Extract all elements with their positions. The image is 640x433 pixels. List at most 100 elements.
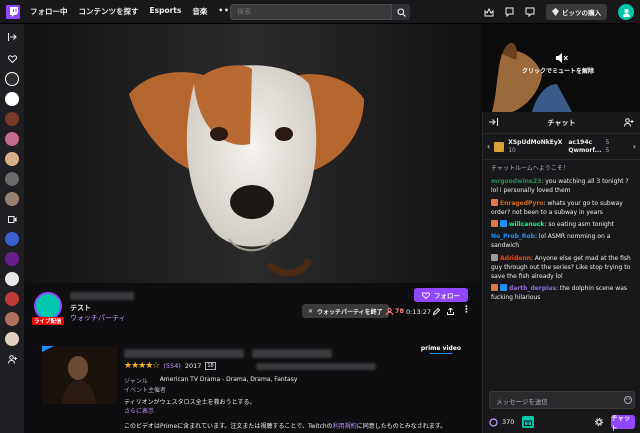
channel-avatar[interactable] [5, 292, 19, 306]
chat-actions: 370 チャット [489, 414, 635, 432]
nav-browse[interactable]: コンテンツを探す [79, 6, 139, 17]
chat-message: No_Prob_Rob: lol ASMR nomming on a sandw… [491, 232, 632, 250]
show-description: ティリオンがウェスタロス全土を救おうとする。 [124, 399, 256, 406]
nav-esports[interactable]: Esports [150, 6, 182, 17]
chat-username[interactable]: darth_derpius [509, 285, 556, 292]
channel-avatar[interactable] [5, 312, 19, 326]
show-more-link[interactable]: さらに表示 [124, 406, 154, 415]
collapse-chat-icon[interactable] [489, 118, 498, 126]
chat-username[interactable]: EnragedPyro [500, 200, 544, 207]
chat-message: Adridenn: Anyone else get mad at the fis… [491, 253, 632, 282]
channel-avatar[interactable] [5, 332, 19, 346]
channel-avatar[interactable] [5, 92, 19, 106]
channel-avatar[interactable] [34, 292, 62, 320]
bits-icon [552, 8, 559, 16]
gift-entry: 5 5 [605, 139, 609, 155]
search-input[interactable] [230, 4, 392, 20]
channel-avatar[interactable] [5, 152, 19, 166]
show-thumbnail[interactable] [42, 346, 117, 404]
viewer-icon [386, 307, 393, 315]
notifications-icon[interactable] [505, 7, 514, 17]
viewer-count-value: 78 [395, 307, 405, 315]
live-badge: ライブ配信 [32, 317, 64, 325]
muted-speaker-icon[interactable] [556, 53, 568, 63]
gift-entry[interactable]: ac194c Qwmorf... [568, 139, 601, 155]
mini-player[interactable]: クリックでミュートを解除 [482, 24, 640, 112]
gift-count: 5 [605, 138, 610, 146]
user-badge-icon [491, 198, 498, 206]
gift-user: XSpUdMoNkEyX [508, 138, 563, 146]
user-avatar[interactable] [618, 4, 634, 20]
top-nav-bar: フォロー中 コンテンツを探す Esports 音楽 ••• ビッツの購入 [0, 0, 640, 24]
channel-avatar[interactable] [5, 72, 19, 86]
prime-notice-text: このビデオはPrimeに含まれています。注文または視聴することで、Twitchの [124, 423, 333, 430]
search-box [230, 4, 410, 20]
channel-avatar[interactable] [5, 132, 19, 146]
search-button[interactable] [392, 4, 410, 20]
chat-header: チャット [483, 112, 640, 134]
channel-points-icon[interactable] [489, 417, 498, 427]
twitch-logo-icon[interactable] [6, 4, 20, 19]
chat-send-button[interactable]: チャット [611, 414, 635, 432]
video-player[interactable] [24, 24, 481, 283]
emote-icon[interactable] [624, 396, 632, 404]
gift-user: ac194c [568, 138, 593, 146]
chat-message: EnragedPyro: whats your go to subway ord… [491, 198, 632, 217]
get-bits-button[interactable]: ビッツの購入 [546, 4, 607, 20]
nav-following[interactable]: フォロー中 [30, 6, 68, 17]
collapse-sidebar-icon[interactable] [5, 30, 19, 44]
gift-count: 10 [508, 146, 516, 154]
close-icon: ✕ [308, 307, 314, 315]
channel-avatar[interactable] [5, 272, 19, 286]
end-watch-party-button[interactable]: ✕ ウォッチパーティを終了 [302, 304, 389, 318]
channel-avatar[interactable] [5, 232, 19, 246]
prime-notice-suffix: に同意したものとみなされます。 [356, 423, 447, 430]
prime-badge-icon [500, 284, 507, 292]
dog-video-frame [24, 24, 481, 283]
prime-badge-icon [500, 220, 507, 228]
nav-music[interactable]: 音楽 [192, 6, 207, 17]
gift-chest-icon [524, 420, 533, 426]
channel-avatar[interactable] [5, 112, 19, 126]
chat-username[interactable]: No_Prob_Rob [491, 233, 535, 240]
whispers-icon[interactable] [525, 7, 535, 17]
stream-title: テスト [70, 304, 91, 312]
end-watch-party-label: ウォッチパーティを終了 [317, 308, 383, 316]
camera-icon [5, 212, 19, 226]
rating-count-link[interactable]: (554) [163, 362, 180, 370]
stream-category-link[interactable]: ウォッチパーティ [70, 313, 126, 323]
chat-username[interactable]: mrgoodwine23 [491, 178, 541, 185]
channel-points-count: 370 [502, 418, 515, 426]
crown-icon[interactable] [484, 7, 494, 17]
bonus-chest-button[interactable] [522, 416, 535, 428]
detail-redacted [256, 363, 376, 370]
edit-icon[interactable] [433, 308, 440, 315]
chevron-left-icon[interactable]: ‹ [487, 142, 490, 151]
more-options-icon[interactable]: ⋮ [462, 305, 471, 315]
user-badge-icon [491, 253, 498, 261]
chat-title: チャット [547, 118, 576, 127]
gift-icon [494, 141, 505, 152]
rating-row: ★★★★☆ (554) 2017 18 [124, 361, 216, 371]
chat-username[interactable]: Adridenn [500, 255, 531, 262]
channel-avatar[interactable] [5, 172, 19, 186]
user-badge-icon [491, 284, 498, 292]
channel-avatar[interactable] [5, 252, 19, 266]
chat-panel: チャット ‹ XSpUdMoNkEyX 10 ac194c Qwmorf... … [482, 112, 640, 433]
genre-value: American TV Drama - Drama, Drama, Fantas… [159, 376, 298, 383]
terms-link[interactable]: 利用規約 [333, 423, 357, 430]
show-poster-image [42, 346, 117, 404]
event-host-label: イベント主催者 [124, 387, 167, 394]
add-friend-icon[interactable] [5, 352, 19, 366]
chat-input[interactable]: メッセージを送信 [489, 391, 635, 409]
chat-username[interactable]: willcanuck [509, 221, 544, 228]
community-icon[interactable] [624, 118, 634, 127]
follow-button[interactable]: フォロー [414, 288, 468, 302]
settings-gear-icon[interactable] [595, 418, 603, 426]
channel-info-panel: ライブ配信 テスト ウォッチパーティ フォロー ✕ ウォッチパーティを終了 78… [24, 283, 481, 433]
gift-entry[interactable]: XSpUdMoNkEyX 10 [508, 139, 562, 155]
share-icon[interactable] [447, 308, 454, 315]
channel-avatar[interactable] [5, 192, 19, 206]
chevron-right-icon[interactable]: › [633, 142, 636, 151]
genre-row: ジャンル American TV Drama - Drama, Drama, F… [124, 376, 297, 385]
